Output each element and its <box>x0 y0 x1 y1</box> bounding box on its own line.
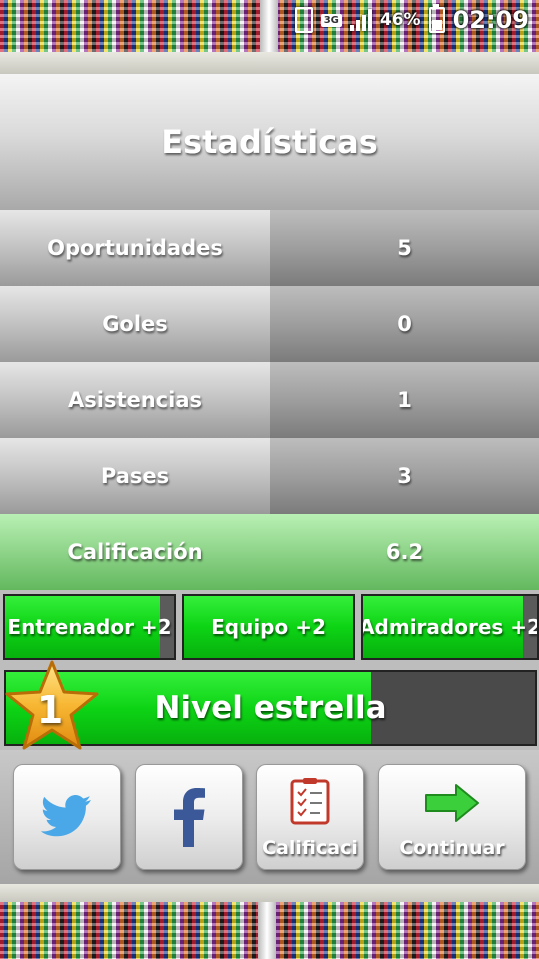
stat-value: 0 <box>270 286 539 362</box>
crowd-divider-top <box>0 52 539 74</box>
stat-row-goles: Goles 0 <box>0 286 539 362</box>
facebook-share-button[interactable] <box>135 764 243 870</box>
action-panel: Calificaci Continuar <box>0 750 539 884</box>
bonus-fans-label: Admiradores +2 <box>361 615 539 639</box>
facebook-f-icon <box>136 787 242 847</box>
stat-label: Pases <box>0 438 270 514</box>
stats-header: Estadísticas <box>0 74 539 210</box>
page-title: Estadísticas <box>161 123 378 161</box>
stat-label: Goles <box>0 286 270 362</box>
vibrate-icon <box>294 7 313 33</box>
continue-button-label: Continuar <box>399 837 505 859</box>
signal-icon <box>349 9 372 31</box>
bonus-coach-label: Entrenador +2 <box>7 615 172 639</box>
rating-button[interactable]: Calificaci <box>256 764 364 870</box>
stat-label: Asistencias <box>0 362 270 438</box>
stat-value: 5 <box>270 210 539 286</box>
rating-value: 6.2 <box>270 514 539 590</box>
battery-percent: 46% <box>379 10 421 30</box>
status-bar: 3G 46% 02:09 <box>269 0 539 40</box>
rating-button-label: Calificaci <box>262 837 358 859</box>
twitter-share-button[interactable] <box>13 764 121 870</box>
rating-label: Calificación <box>0 514 270 590</box>
clipboard-checklist-icon <box>257 777 363 825</box>
clock: 02:09 <box>452 6 529 34</box>
continue-button[interactable]: Continuar <box>378 764 526 870</box>
stat-row-oportunidades: Oportunidades 5 <box>0 210 539 286</box>
stat-label: Oportunidades <box>0 210 270 286</box>
network-type: 3G <box>320 13 342 27</box>
stat-value: 1 <box>270 362 539 438</box>
stat-row-pases: Pases 3 <box>0 438 539 514</box>
star-icon: 1 <box>2 658 102 754</box>
bonus-team: Equipo +2 <box>182 594 355 660</box>
arrow-right-icon <box>379 783 525 823</box>
bonus-row: Entrenador +2 Equipo +2 Admiradores +2 <box>0 590 539 666</box>
bonus-fans: Admiradores +2 <box>361 594 539 660</box>
star-level-number: 1 <box>36 688 64 732</box>
stat-row-calificacion: Calificación 6.2 <box>0 514 539 590</box>
bonus-coach: Entrenador +2 <box>3 594 176 660</box>
stat-row-asistencias: Asistencias 1 <box>0 362 539 438</box>
bonus-team-label: Equipo +2 <box>211 615 326 639</box>
star-level-label: Nivel estrella <box>154 690 387 726</box>
crowd-divider-bottom <box>0 884 539 902</box>
stat-value: 3 <box>270 438 539 514</box>
crowd-banner-bottom <box>0 902 539 959</box>
twitter-bird-icon <box>14 795 120 837</box>
battery-icon <box>428 4 445 33</box>
